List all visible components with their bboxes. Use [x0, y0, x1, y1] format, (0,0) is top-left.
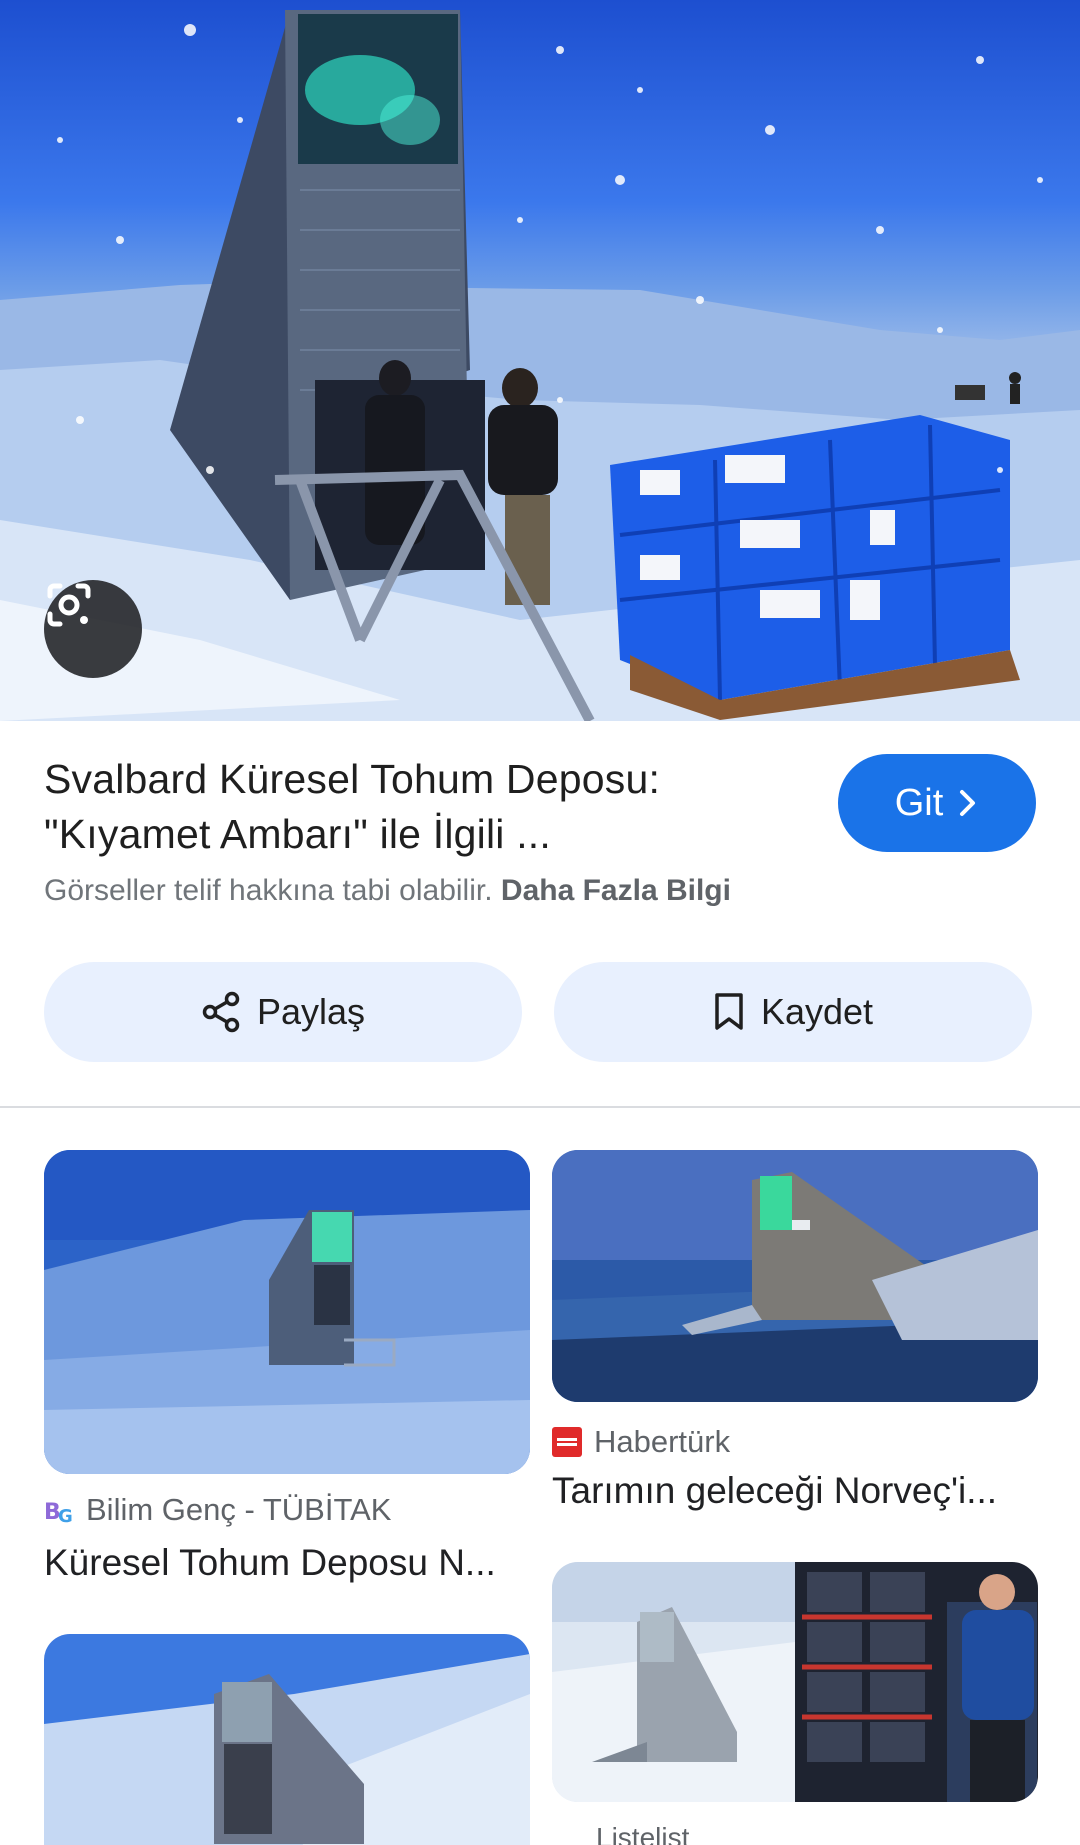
visit-button-label: Git [894, 781, 944, 824]
related-image-1-picture [44, 1150, 530, 1474]
related-source-1[interactable]: B G Bilim Genç - TÜBİTAK [44, 1492, 391, 1528]
related-source-4-partial: Listelist [596, 1822, 690, 1845]
copyright-text: Görseller telif hakkına tabi olabilir. [44, 874, 493, 907]
related-image-4[interactable] [552, 1562, 1038, 1802]
related-image-3-picture [44, 1634, 530, 1845]
lens-icon [47, 583, 91, 627]
share-icon [202, 991, 240, 1033]
related-image-1[interactable] [44, 1150, 530, 1474]
share-label: Paylaş [256, 991, 366, 1032]
related-source-1-label: Bilim Genç - TÜBİTAK [86, 1492, 392, 1527]
hero-image[interactable] [0, 0, 1080, 721]
result-title-line2: "Kıyamet Ambarı" ile İlgili ... [44, 811, 551, 857]
related-image-2[interactable] [552, 1150, 1038, 1402]
visit-button[interactable]: Git [838, 754, 1036, 852]
bilim-genc-logo-icon: B G [44, 1500, 73, 1525]
haberturk-logo-icon [552, 1427, 582, 1457]
save-label: Kaydet [760, 991, 874, 1032]
chevron-right-icon [960, 790, 976, 816]
result-title[interactable]: Svalbard Küresel Tohum Deposu: "Kıyamet … [44, 752, 744, 862]
section-divider [0, 1106, 1080, 1108]
google-lens-button[interactable] [44, 580, 142, 678]
hero-illustration [0, 10, 1080, 721]
result-title-line1: Svalbard Küresel Tohum Deposu: [44, 756, 661, 802]
related-source-2-label: Habertürk [594, 1424, 731, 1459]
copyright-notice: Görseller telif hakkına tabi olabilir. D… [44, 874, 731, 908]
related-image-4-picture [552, 1562, 1038, 1802]
share-button[interactable]: Paylaş [44, 962, 522, 1062]
more-info-link[interactable]: Daha Fazla Bilgi [501, 874, 731, 907]
related-image-2-picture [552, 1150, 1038, 1402]
bookmark-icon [715, 993, 743, 1030]
svg-text:G: G [58, 1506, 73, 1525]
related-caption-1[interactable]: Küresel Tohum Deposu N... [44, 1542, 514, 1584]
related-source-2[interactable]: Habertürk [552, 1424, 730, 1460]
related-image-3[interactable] [44, 1634, 530, 1845]
save-button[interactable]: Kaydet [554, 962, 1032, 1062]
related-caption-2[interactable]: Tarımın geleceği Norveç'i... [552, 1470, 1022, 1512]
